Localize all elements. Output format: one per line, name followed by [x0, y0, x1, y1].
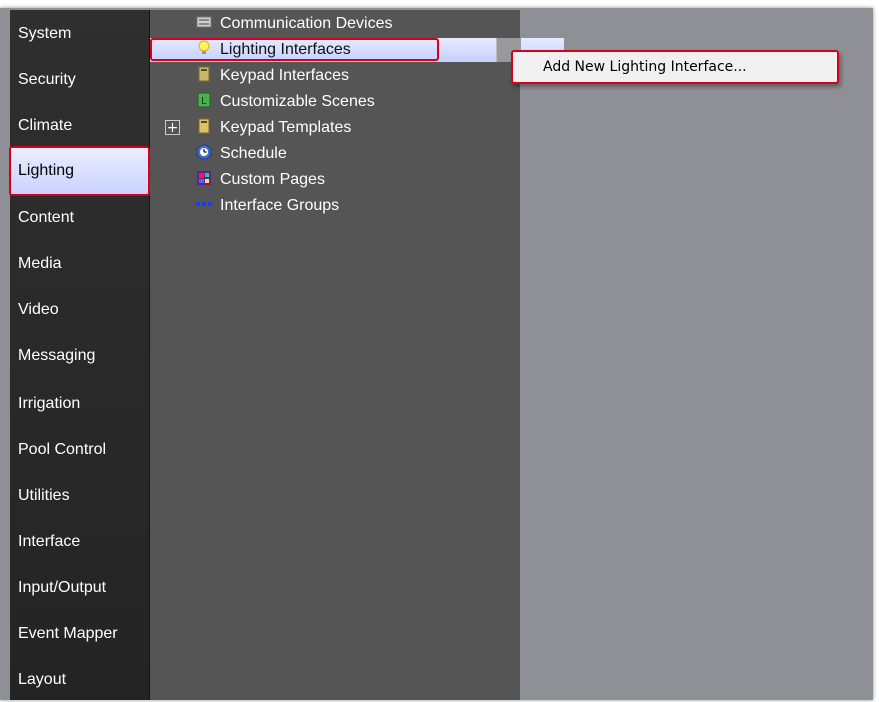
tree-node-label: Keypad Templates — [220, 119, 352, 136]
sidebar-item-security[interactable]: Security — [10, 58, 149, 102]
sidebar-item-input-output[interactable]: Input/Output — [10, 566, 149, 610]
tree-node-label: Keypad Interfaces — [220, 67, 349, 84]
scene-icon: L — [197, 92, 211, 108]
context-menu: Add New Lighting Interface... — [511, 50, 839, 84]
add-new-lighting-interface-menu-item[interactable]: Add New Lighting Interface... — [543, 52, 747, 82]
sidebar-item-irrigation[interactable]: Irrigation — [10, 382, 149, 426]
tree-node-schedule[interactable]: Schedule — [196, 142, 287, 166]
interface-groups-icon — [196, 202, 212, 206]
sidebar-item-messaging[interactable]: Messaging — [10, 334, 149, 378]
sidebar-item-event-mapper[interactable]: Event Mapper — [10, 612, 149, 656]
tree-node-communication-devices[interactable]: Communication Devices — [196, 12, 393, 36]
keypad-icon — [198, 66, 210, 82]
sidebar-item-media[interactable]: Media — [10, 242, 149, 286]
tree-node-label: Interface Groups — [220, 197, 340, 214]
sidebar-item-lighting[interactable]: Lighting — [9, 146, 150, 196]
tree-node-label: Communication Devices — [220, 15, 393, 32]
tree-node-interface-groups[interactable]: Interface Groups — [196, 194, 339, 218]
tree-node-customizable-scenes[interactable]: L Customizable Scenes — [196, 90, 375, 114]
sidebar-item-content[interactable]: Content — [10, 196, 149, 240]
tree-node-label: Custom Pages — [220, 171, 325, 188]
sidebar-item-video[interactable]: Video — [10, 288, 149, 332]
lighting-interfaces-highlight — [150, 38, 439, 61]
sidebar-item-interface[interactable]: Interface — [10, 520, 149, 564]
sidebar-item-utilities[interactable]: Utilities — [10, 474, 149, 518]
clock-globe-icon — [196, 144, 212, 160]
tree-node-keypad-interfaces[interactable]: Keypad Interfaces — [196, 64, 349, 88]
sidebar-item-pool-control[interactable]: Pool Control — [10, 428, 149, 472]
sidebar-item-climate[interactable]: Climate — [10, 104, 149, 148]
custom-pages-icon — [197, 171, 211, 185]
keypad-template-icon — [198, 118, 210, 134]
network-devices-icon — [196, 16, 212, 28]
tree-node-label: Customizable Scenes — [220, 93, 375, 110]
sidebar-item-system[interactable]: System — [10, 12, 149, 56]
category-sidebar: System Security Climate Lighting Content… — [9, 10, 150, 702]
keypad-templates-expand-toggle[interactable]: + — [165, 120, 180, 135]
tree-node-label: Schedule — [220, 145, 287, 162]
navigation-tree: Communication Devices Lighting Interface… — [150, 10, 564, 700]
tree-node-keypad-templates[interactable]: Keypad Templates — [196, 116, 351, 140]
tree-node-custom-pages[interactable]: Custom Pages — [196, 168, 325, 192]
svg-text:L: L — [201, 96, 207, 107]
sidebar-item-layout[interactable]: Layout — [10, 658, 149, 702]
